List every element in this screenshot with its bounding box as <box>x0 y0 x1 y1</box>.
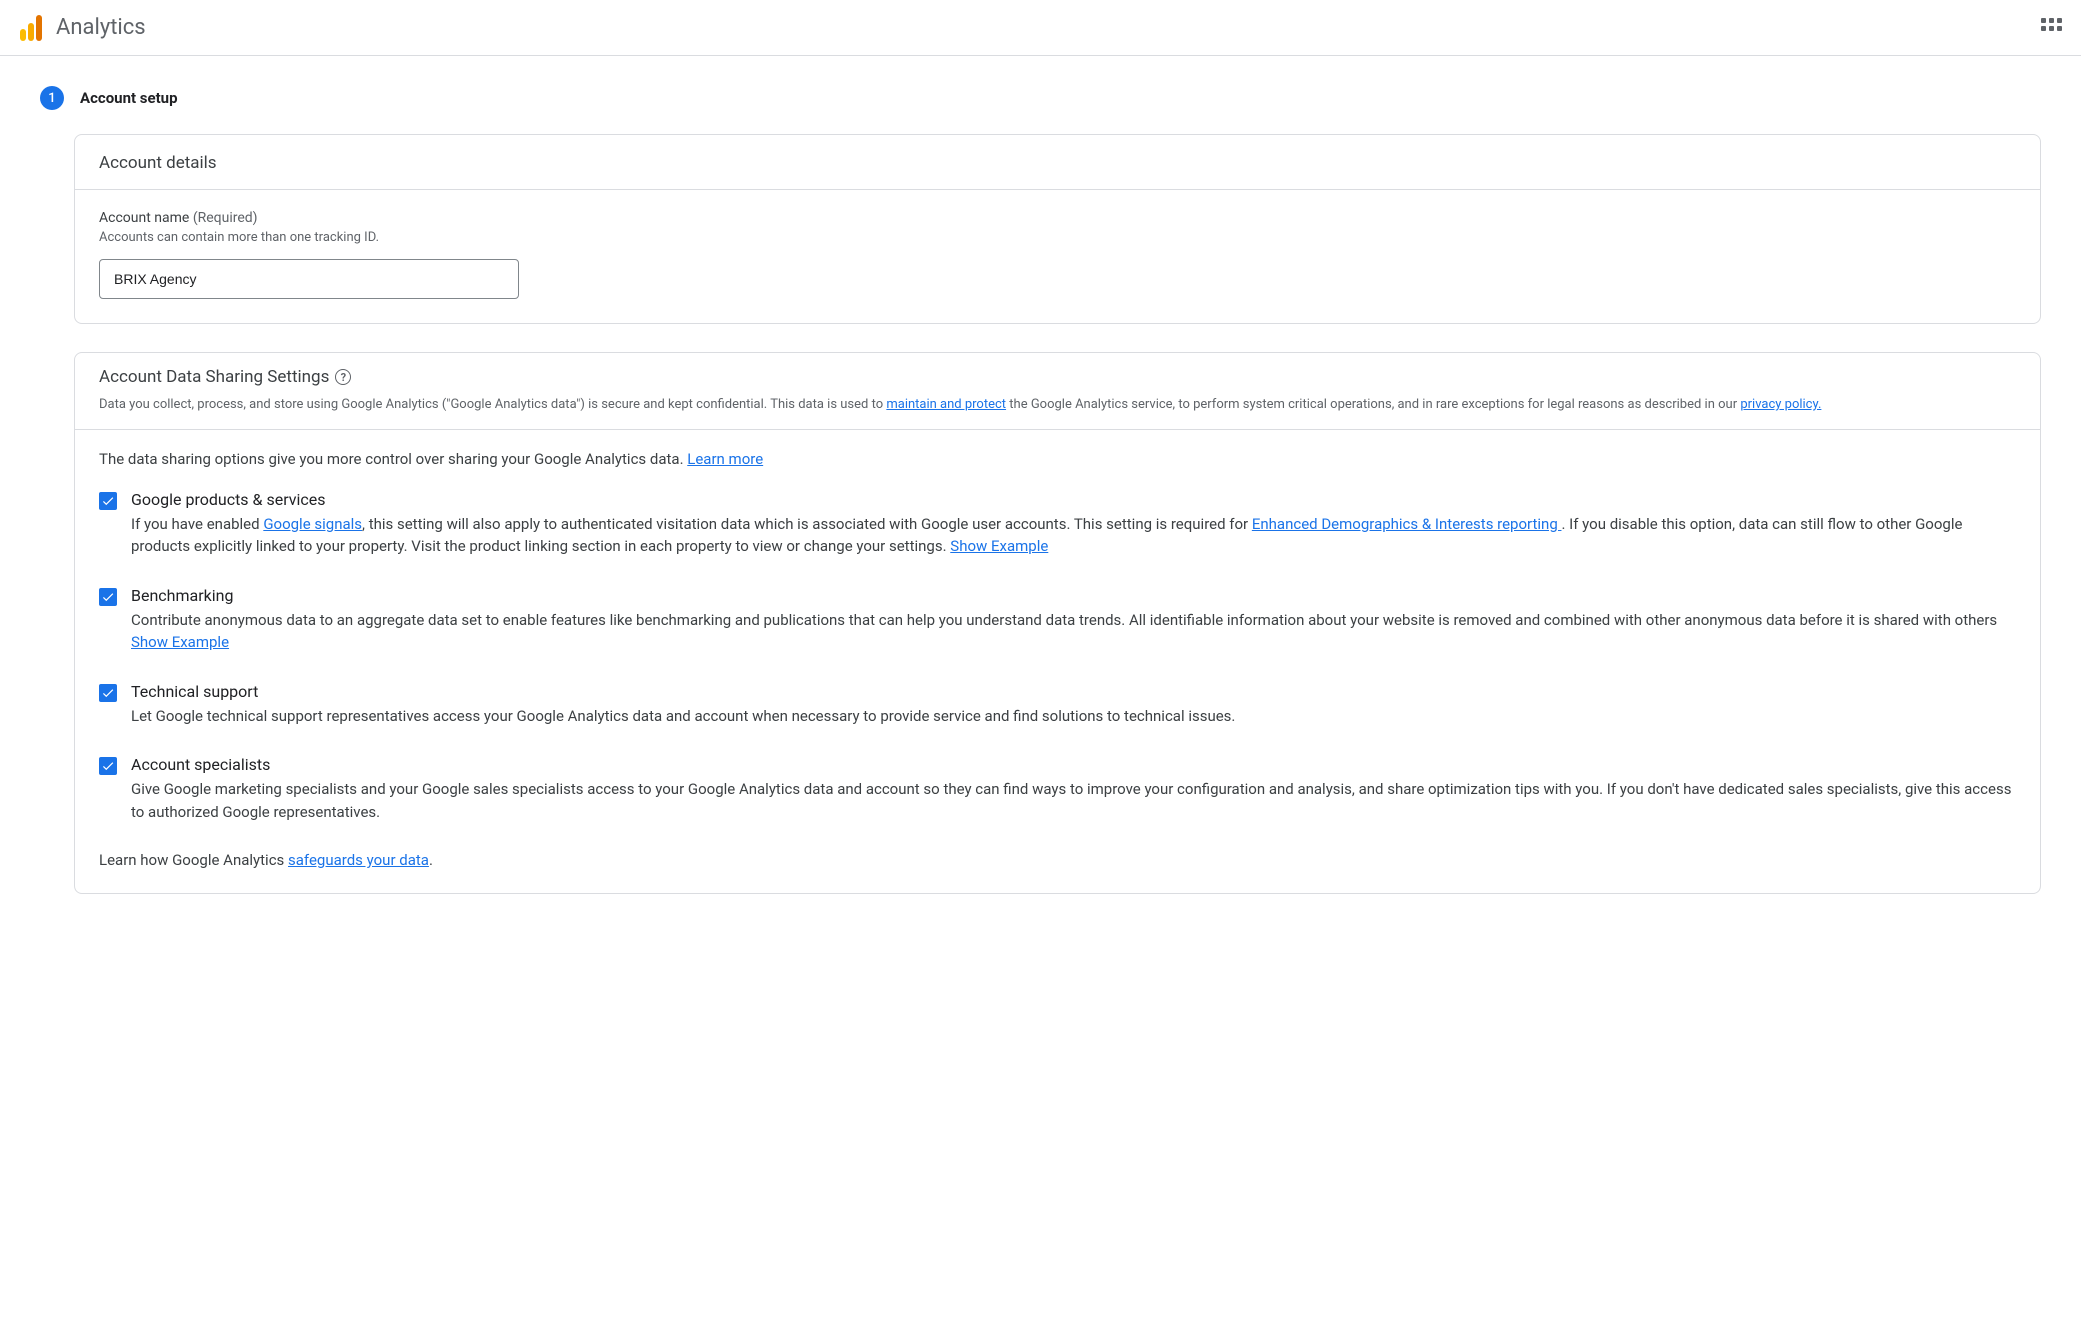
check-title: Benchmarking <box>131 586 2016 605</box>
desc-text: the Google Analytics service, to perform… <box>1006 397 1740 412</box>
check-title: Google products & services <box>131 490 2016 509</box>
option-benchmarking: Benchmarking Contribute anonymous data t… <box>99 586 2016 654</box>
check-content: Technical support Let Google technical s… <box>131 682 2016 728</box>
option-google-products: Google products & services If you have e… <box>99 490 2016 558</box>
field-hint: Accounts can contain more than one track… <box>99 230 2016 245</box>
footer-text: Learn how Google Analytics <box>99 851 288 869</box>
sharing-title: Account Data Sharing Settings <box>99 367 329 387</box>
sharing-body: The data sharing options give you more c… <box>75 430 2040 894</box>
option-account-specialists: Account specialists Give Google marketin… <box>99 755 2016 823</box>
sharing-footer: Learn how Google Analytics safeguards yo… <box>99 851 2016 869</box>
check-icon <box>101 759 115 773</box>
sharing-title-row: Account Data Sharing Settings ? <box>99 367 2016 387</box>
check-desc: Let Google technical support representat… <box>131 705 2016 728</box>
main-content: 1 Account setup Account details Account … <box>0 56 2081 962</box>
show-example-link[interactable]: Show Example <box>131 633 229 651</box>
step-title: Account setup <box>80 89 178 107</box>
learn-more-link[interactable]: Learn more <box>687 450 763 468</box>
checkbox-google-products[interactable] <box>99 492 117 510</box>
help-icon[interactable]: ? <box>335 369 351 385</box>
intro-text: The data sharing options give you more c… <box>99 450 2016 468</box>
check-content: Benchmarking Contribute anonymous data t… <box>131 586 2016 654</box>
checkbox-benchmarking[interactable] <box>99 588 117 606</box>
check-icon <box>101 494 115 508</box>
app-title: Analytics <box>56 15 146 40</box>
data-sharing-card: Account Data Sharing Settings ? Data you… <box>74 352 2041 894</box>
intro-text-content: The data sharing options give you more c… <box>99 450 687 468</box>
check-icon <box>101 686 115 700</box>
account-name-label: Account name (Required) <box>99 210 2016 226</box>
step-header: 1 Account setup <box>40 86 2041 110</box>
card-header: Account details <box>75 135 2040 190</box>
account-name-input[interactable] <box>99 259 519 299</box>
desc-text: Contribute anonymous data to an aggregat… <box>131 611 1997 629</box>
show-example-link[interactable]: Show Example <box>950 537 1048 555</box>
maintain-protect-link[interactable]: maintain and protect <box>886 397 1006 412</box>
card-body: Account name (Required) Accounts can con… <box>75 190 2040 323</box>
google-signals-link[interactable]: Google signals <box>263 515 362 533</box>
header-left: Analytics <box>20 15 146 41</box>
checkbox-technical-support[interactable] <box>99 684 117 702</box>
check-content: Google products & services If you have e… <box>131 490 2016 558</box>
enhanced-demographics-link[interactable]: Enhanced Demographics & Interests report… <box>1252 515 1562 533</box>
check-content: Account specialists Give Google marketin… <box>131 755 2016 823</box>
check-title: Account specialists <box>131 755 2016 774</box>
desc-text: , this setting will also apply to authen… <box>362 515 1252 533</box>
sharing-header: Account Data Sharing Settings ? Data you… <box>75 353 2040 430</box>
check-title: Technical support <box>131 682 2016 701</box>
step-number-badge: 1 <box>40 86 64 110</box>
required-tag: (Required) <box>193 210 258 226</box>
check-icon <box>101 590 115 604</box>
sharing-description: Data you collect, process, and store usi… <box>99 395 2016 415</box>
check-desc: If you have enabled Google signals, this… <box>131 513 2016 558</box>
analytics-logo-icon <box>20 15 42 41</box>
privacy-policy-link[interactable]: privacy policy. <box>1740 397 1821 412</box>
apps-grid-icon[interactable] <box>2041 18 2061 38</box>
desc-text: If you have enabled <box>131 515 263 533</box>
label-text: Account name <box>99 210 189 226</box>
option-technical-support: Technical support Let Google technical s… <box>99 682 2016 728</box>
card-title: Account details <box>99 153 2016 173</box>
account-details-card: Account details Account name (Required) … <box>74 134 2041 324</box>
checkbox-account-specialists[interactable] <box>99 757 117 775</box>
desc-text: Data you collect, process, and store usi… <box>99 397 886 412</box>
footer-end: . <box>429 851 433 869</box>
check-desc: Contribute anonymous data to an aggregat… <box>131 609 2016 654</box>
check-desc: Give Google marketing specialists and yo… <box>131 778 2016 823</box>
app-header: Analytics <box>0 0 2081 56</box>
safeguards-data-link[interactable]: safeguards your data <box>288 851 429 869</box>
